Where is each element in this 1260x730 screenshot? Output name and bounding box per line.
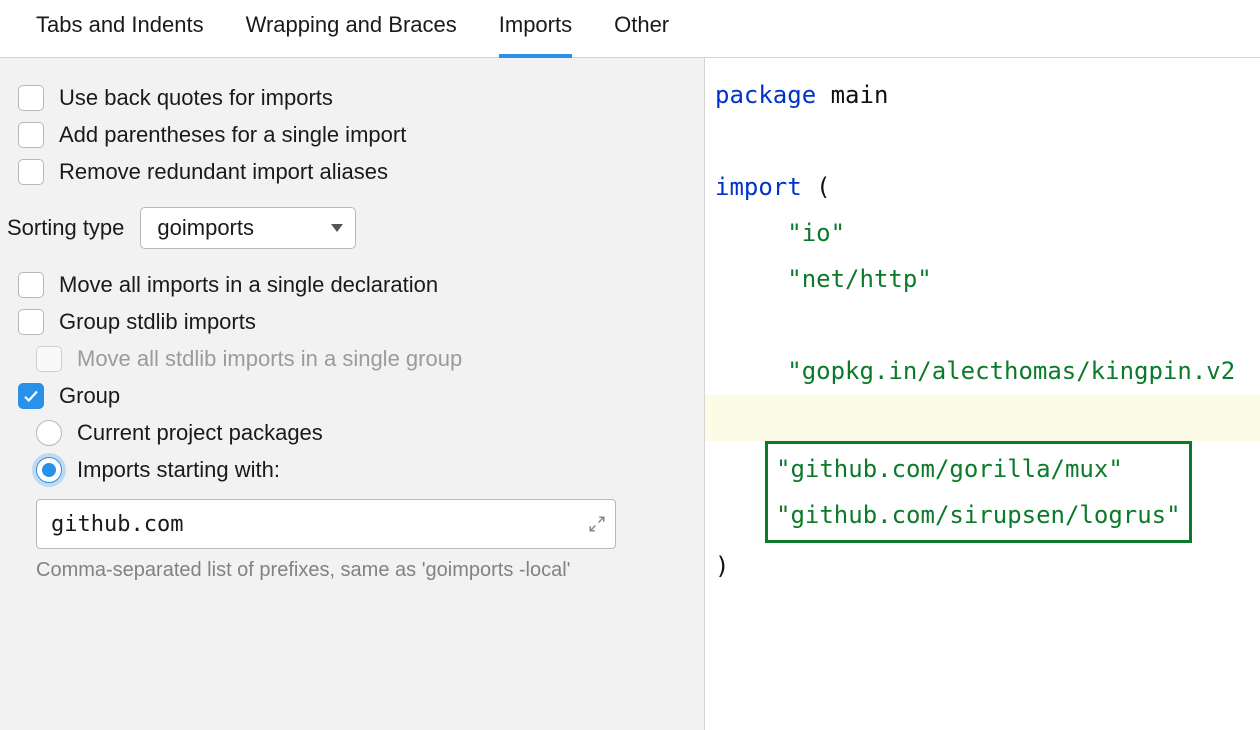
code-import-nethttp: "net/http" (787, 265, 932, 293)
tab-other[interactable]: Other (614, 12, 669, 58)
sorting-type-value: goimports (157, 215, 254, 241)
current-project-packages-radio[interactable] (36, 420, 62, 446)
add-parentheses-checkbox[interactable] (18, 122, 44, 148)
code-preview: package main import ( "io" "net/http" "g… (705, 58, 1260, 730)
tabbar: Tabs and Indents Wrapping and Braces Imp… (0, 0, 1260, 58)
expand-icon[interactable] (588, 515, 606, 533)
prefix-hint: Comma-separated list of prefixes, same a… (36, 559, 694, 582)
group-checkbox[interactable] (18, 383, 44, 409)
code-open-paren: ( (802, 173, 831, 201)
code-import-keyword: import (715, 173, 802, 201)
current-project-packages-label: Current project packages (77, 420, 323, 446)
sorting-type-select[interactable]: goimports (140, 207, 356, 249)
group-stdlib-checkbox[interactable] (18, 309, 44, 335)
use-back-quotes-checkbox[interactable] (18, 85, 44, 111)
code-package-name: main (816, 81, 888, 109)
code-package-keyword: package (715, 81, 816, 109)
code-close-paren: ) (715, 552, 729, 580)
tab-wrapping-and-braces[interactable]: Wrapping and Braces (246, 12, 457, 58)
code-import-io: "io" (787, 219, 845, 247)
imports-starting-with-label: Imports starting with: (77, 457, 280, 483)
remove-redundant-aliases-label: Remove redundant import aliases (59, 159, 388, 185)
group-stdlib-label: Group stdlib imports (59, 309, 256, 335)
move-all-single-declaration-label: Move all imports in a single declaration (59, 272, 438, 298)
use-back-quotes-label: Use back quotes for imports (59, 85, 333, 111)
group-label: Group (59, 383, 120, 409)
code-grouped-imports-box: "github.com/gorilla/mux" "github.com/sir… (765, 441, 1192, 543)
move-stdlib-single-group-label: Move all stdlib imports in a single grou… (77, 346, 462, 372)
code-import-mux: "github.com/gorilla/mux" (776, 455, 1123, 483)
add-parentheses-label: Add parentheses for a single import (59, 122, 406, 148)
tab-imports[interactable]: Imports (499, 12, 572, 58)
remove-redundant-aliases-checkbox[interactable] (18, 159, 44, 185)
imports-starting-with-radio[interactable] (36, 457, 62, 483)
tab-tabs-and-indents[interactable]: Tabs and Indents (36, 12, 204, 58)
move-all-single-declaration-checkbox[interactable] (18, 272, 44, 298)
code-highlight-line (705, 395, 1260, 441)
move-stdlib-single-group-checkbox (36, 346, 62, 372)
code-import-logrus: "github.com/sirupsen/logrus" (776, 501, 1181, 529)
chevron-down-icon (331, 224, 343, 232)
code-import-kingpin: "gopkg.in/alecthomas/kingpin.v2 (787, 357, 1235, 385)
sorting-type-label: Sorting type (7, 215, 124, 241)
options-panel: Use back quotes for imports Add parenthe… (0, 58, 705, 730)
import-prefix-input[interactable] (36, 499, 616, 549)
